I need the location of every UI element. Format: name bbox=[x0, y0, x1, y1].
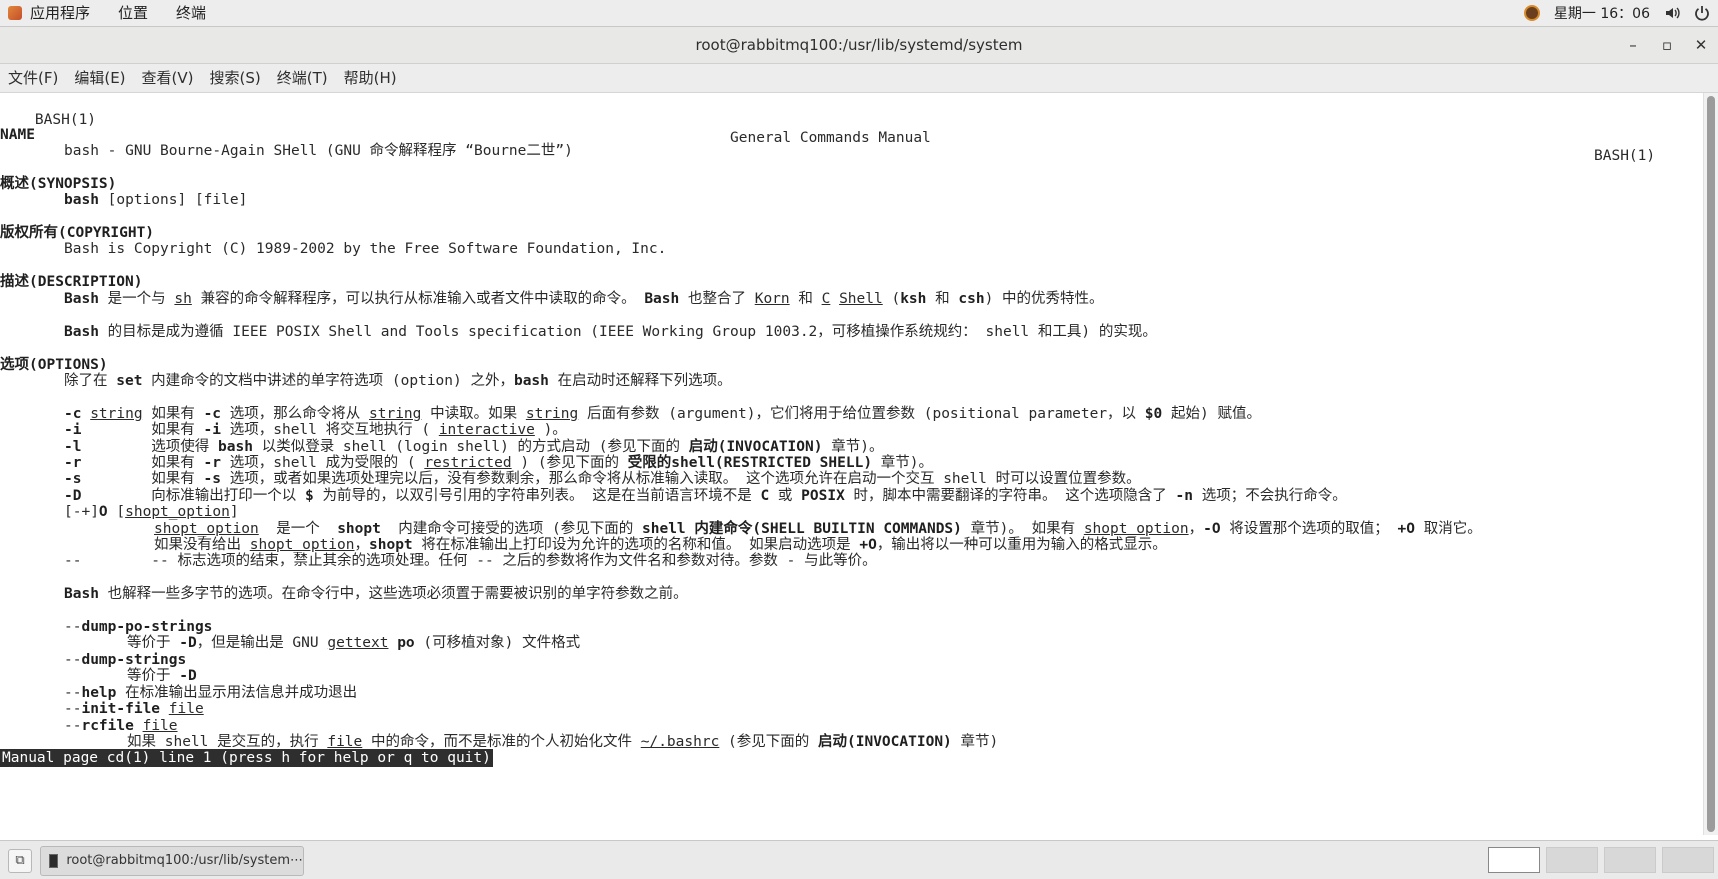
description-para-2: Bash 的目标是成为遵循 IEEE POSIX Shell and Tools… bbox=[64, 324, 1157, 340]
panel-menu-places[interactable]: 位置 bbox=[104, 0, 162, 26]
close-button[interactable]: ✕ bbox=[1684, 27, 1718, 63]
panel-menu-applications[interactable]: 应用程序 bbox=[16, 0, 104, 26]
menu-help[interactable]: 帮助(H) bbox=[336, 64, 405, 92]
panel-menu: 应用程序 位置 终端 bbox=[0, 0, 220, 26]
synopsis-line: bash [options] [file] bbox=[64, 192, 248, 208]
menu-edit[interactable]: 编辑(E) bbox=[66, 64, 133, 92]
name-line: bash - GNU Bourne-Again SHell (GNU 命令解释程… bbox=[64, 143, 573, 159]
option-s: -s 如果有 -s 选项，或者如果选项处理完以后，没有参数剩余，那么命令将从标准… bbox=[64, 471, 1141, 487]
terminal-menubar: 文件(F) 编辑(E) 查看(V) 搜索(S) 终端(T) 帮助(H) bbox=[0, 64, 1718, 93]
terminal-scrollbar[interactable] bbox=[1703, 93, 1718, 835]
options-intro: 除了在 set 内建命令的文档中讲述的单字符选项 (option) 之外，bas… bbox=[64, 373, 732, 389]
option-D: -D 向标准输出打印一个以 $ 为前导的，以双引号引用的字符串列表。 这是在当前… bbox=[64, 488, 1347, 504]
show-desktop-button[interactable]: ⧉ bbox=[8, 849, 32, 873]
scrollbar-thumb[interactable] bbox=[1707, 96, 1715, 832]
system-tray: 星期一 16：06 bbox=[1523, 0, 1710, 26]
multibyte-intro: Bash 也解释一些多字节的选项。在命令行中，这些选项必须置于需要被识别的单字符… bbox=[64, 586, 688, 602]
man-header-right: BASH(1) bbox=[1594, 148, 1656, 164]
taskbar-window-label: root@rabbitmq100:/usr/lib/system⋯ bbox=[66, 853, 303, 868]
man-header-left: BASH(1) bbox=[34, 112, 97, 128]
menu-terminal[interactable]: 终端(T) bbox=[269, 64, 336, 92]
window-controls: – ▫ ✕ bbox=[1616, 27, 1718, 63]
taskbar-window-terminal[interactable]: root@rabbitmq100:/usr/lib/system⋯ bbox=[40, 846, 304, 876]
terminal-icon bbox=[49, 854, 59, 868]
workspace-3[interactable] bbox=[1604, 847, 1656, 873]
copyright-line: Bash is Copyright (C) 1989-2002 by the F… bbox=[64, 241, 667, 257]
power-icon[interactable] bbox=[1694, 5, 1710, 21]
user-avatar-icon[interactable] bbox=[1523, 5, 1540, 21]
window-titlebar[interactable]: root@rabbitmq100:/usr/lib/systemd/system… bbox=[0, 27, 1718, 64]
panel-menu-terminal[interactable]: 终端 bbox=[162, 0, 220, 26]
option-O: [-+]O [shopt_option] bbox=[64, 504, 239, 520]
workspace-1[interactable] bbox=[1488, 847, 1540, 873]
option-i: -i 如果有 -i 选项，shell 将交互地执行 ( interactive … bbox=[64, 422, 567, 438]
pager-status-line: Manual page cd(1) line 1 (press h for he… bbox=[0, 749, 493, 767]
terminal-output[interactable]: BASH(1) General Commands Manual BASH(1) … bbox=[0, 93, 1704, 835]
menu-view[interactable]: 查看(V) bbox=[134, 64, 202, 92]
maximize-button[interactable]: ▫ bbox=[1650, 27, 1684, 63]
option-init-file: --init-file file bbox=[64, 701, 204, 717]
description-heading: 描述(DESCRIPTION) bbox=[0, 274, 143, 290]
workspace-4[interactable] bbox=[1662, 847, 1714, 873]
workspace-2[interactable] bbox=[1546, 847, 1598, 873]
minimize-button[interactable]: – bbox=[1616, 27, 1650, 63]
man-header: BASH(1) General Commands Manual BASH(1) bbox=[0, 93, 1655, 164]
clock[interactable]: 星期一 16：06 bbox=[1554, 3, 1650, 23]
workspace-switcher bbox=[1488, 847, 1714, 873]
option-double-dash: -- -- 标志选项的结束，禁止其余的选项处理。任何 -- 之后的参数将作为文件… bbox=[64, 553, 877, 569]
option-dump-strings-desc: 等价于 -D bbox=[127, 668, 197, 684]
top-panel: 应用程序 位置 终端 星期一 16：06 bbox=[0, 0, 1718, 27]
window-title: root@rabbitmq100:/usr/lib/systemd/system bbox=[695, 36, 1023, 54]
name-heading: NAME bbox=[0, 127, 35, 143]
option-dump-po-strings-desc: 等价于 -D，但是输出是 GNU gettext po (可移植对象) 文件格式 bbox=[127, 635, 581, 651]
volume-icon[interactable] bbox=[1664, 5, 1680, 21]
menu-file[interactable]: 文件(F) bbox=[0, 64, 66, 92]
man-header-center: General Commands Manual bbox=[730, 130, 931, 146]
description-para-1: Bash 是一个与 sh 兼容的命令解释程序，可以执行从标准输入或者文件中读取的… bbox=[64, 291, 1104, 307]
menu-search[interactable]: 搜索(S) bbox=[202, 64, 269, 92]
bottom-taskbar: ⧉ root@rabbitmq100:/usr/lib/system⋯ bbox=[0, 840, 1718, 879]
